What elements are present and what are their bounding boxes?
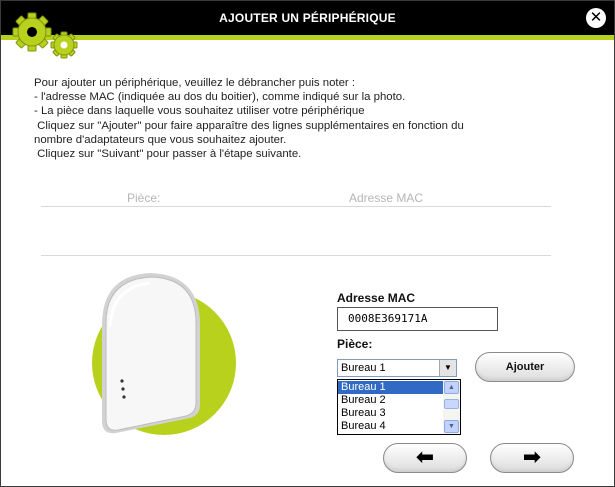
chevron-down-icon[interactable]: ▼ [439,360,456,376]
previous-button[interactable]: ⬅ [383,443,467,473]
table-bottom-divider [41,255,551,256]
room-option[interactable]: Bureau 2 [338,394,444,407]
room-dropdown-list[interactable]: Bureau 1 Bureau 2 Bureau 3 Bureau 4 ▲ ▼ [337,379,461,435]
mac-address-label: Adresse MAC [337,291,416,305]
scroll-down-icon[interactable]: ▼ [444,420,459,433]
instruction-line: Cliquez sur "Ajouter" pour faire apparaî… [34,119,464,132]
instruction-line: - La pièce dans laquelle vous souhaitez … [34,105,365,118]
mac-address-input[interactable]: 0008E369171A [337,307,498,331]
scrollbar-thumb[interactable] [444,399,459,409]
instructions-text: Pour ajouter un périphérique, veuillez l… [34,76,594,161]
instruction-line: - l'adresse MAC (indiquée au dos du boit… [34,91,406,104]
dropdown-scrollbar[interactable]: ▲ ▼ [443,380,460,434]
device-illustration [92,273,236,435]
table-top-divider [41,206,551,207]
room-option[interactable]: Bureau 4 [338,420,444,433]
close-button[interactable]: ✕ [586,8,606,28]
add-button[interactable]: Ajouter [475,352,575,382]
room-select-value: Bureau 1 [341,362,386,374]
arrow-left-icon: ⬅ [415,444,435,469]
instruction-line: nombre d'adaptateurs que vous souhaitez … [34,133,287,146]
close-icon: ✕ [589,9,603,26]
arrow-right-icon: ➡ [522,444,542,469]
add-button-label: Ajouter [505,361,545,373]
column-header-mac: Adresse MAC [349,191,424,205]
room-label: Pièce: [337,337,373,351]
add-device-dialog: AJOUTER UN PÉRIPHÉRIQUE ✕ Pour ajouter u… [0,0,615,487]
room-select[interactable]: Bureau 1 ▼ [337,359,457,377]
instruction-line: Cliquez sur "Suivant" pour passer à l'ét… [34,148,302,161]
next-button[interactable]: ➡ [490,443,574,473]
scroll-up-icon[interactable]: ▲ [444,381,459,394]
room-option[interactable]: Bureau 3 [338,407,444,420]
column-header-piece: Pièce: [127,191,161,205]
instruction-line: Pour ajouter un périphérique, veuillez l… [34,77,356,89]
gears-icon [12,12,78,59]
room-option[interactable]: Bureau 1 [338,381,444,394]
